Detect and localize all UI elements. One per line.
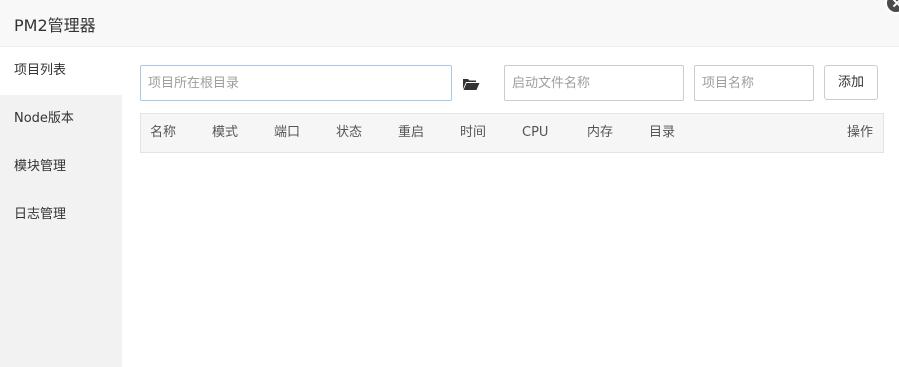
sidebar-item-log-management[interactable]: 日志管理 [0, 191, 122, 239]
column-header-status: 状态 [336, 125, 363, 140]
column-header-directory: 目录 [649, 125, 676, 140]
table-header: 名称 模式 端口 状态 重启 时间 CPU 内存 目录 操作 [140, 113, 884, 153]
column-header-port: 端口 [274, 125, 301, 140]
column-header-restart: 重启 [398, 125, 425, 140]
title-bar: PM2管理器 [0, 0, 899, 47]
column-header-time: 时间 [460, 125, 487, 140]
sidebar: 项目列表 Node版本 模块管理 日志管理 [0, 47, 122, 367]
sidebar-item-project-list[interactable]: 项目列表 [0, 47, 122, 95]
main-content: 添加 名称 模式 端口 状态 重启 时间 CPU 内存 目录 操作 [122, 47, 899, 367]
project-name-input[interactable] [694, 65, 814, 101]
sidebar-item-node-version[interactable]: Node版本 [0, 95, 122, 143]
column-header-name: 名称 [150, 125, 177, 140]
pm2-manager-window: PM2管理器 项目列表 Node版本 模块管理 日志管理 添加 名称 模式 端口… [0, 0, 899, 367]
project-root-input[interactable] [140, 65, 452, 101]
folder-open-icon[interactable] [462, 76, 480, 90]
column-header-actions: 操作 [846, 125, 873, 140]
column-header-mode: 模式 [212, 125, 239, 140]
window-title: PM2管理器 [14, 16, 96, 35]
column-header-memory: 内存 [587, 125, 614, 140]
add-button[interactable]: 添加 [824, 65, 878, 100]
sidebar-item-module-management[interactable]: 模块管理 [0, 143, 122, 191]
column-header-cpu: CPU [522, 125, 549, 140]
startup-file-input[interactable] [504, 65, 684, 101]
